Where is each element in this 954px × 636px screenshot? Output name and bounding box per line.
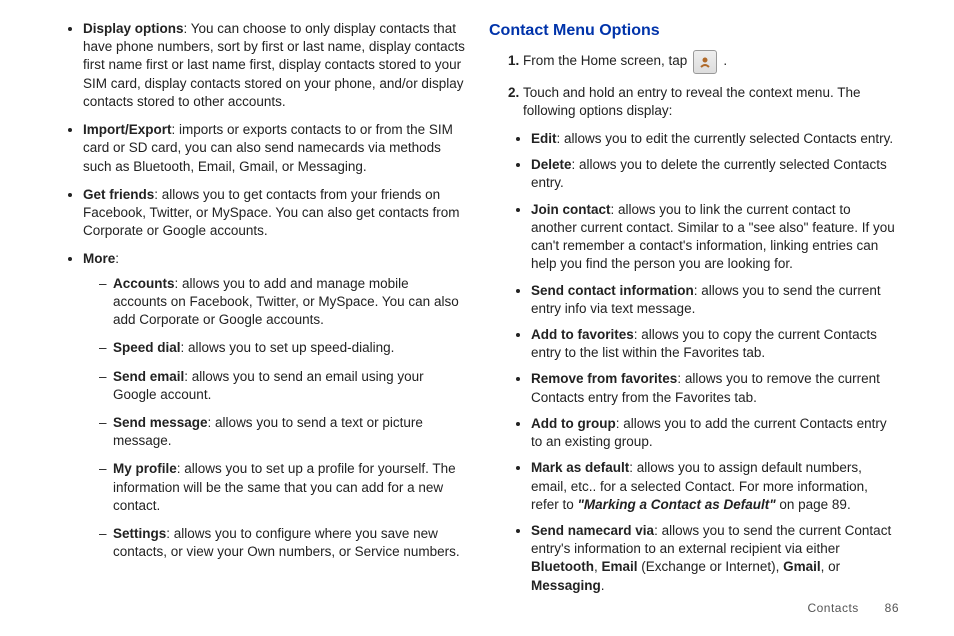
item-label: Import/Export [83,122,172,137]
list-item: Join contact: allows you to link the cur… [531,201,899,274]
item-label: Display options [83,21,184,36]
list-item: Send email: allows you to send an email … [99,368,465,404]
list-item-more: More: Accounts: allows you to add and ma… [83,250,465,561]
item-label: Edit [531,131,557,146]
step-2: Touch and hold an entry to reveal the co… [523,84,899,120]
item-label: Send message [113,415,208,430]
list-item: Edit: allows you to edit the currently s… [531,130,899,148]
list-item: Get friends: allows you to get contacts … [83,186,465,241]
steps-list: From the Home screen, tap . Touch and ho… [489,50,899,120]
item-label: Speed dial [113,340,181,355]
item-label: Join contact [531,202,611,217]
list-item: Accounts: allows you to add and manage m… [99,275,465,330]
item-label: Mark as default [531,460,629,475]
list-item: Add to favorites: allows you to copy the… [531,326,899,362]
page-body: Display options: You can choose to only … [0,0,954,600]
list-item: Delete: allows you to delete the current… [531,156,899,192]
footer-section: Contacts [807,601,858,615]
item-label: Add to favorites [531,327,634,342]
step1-pre: From the Home screen, tap [523,52,687,70]
item-text: : allows you to edit the currently selec… [557,131,894,146]
list-item: Import/Export: imports or exports contac… [83,121,465,176]
t: Bluetooth [531,559,594,574]
item-text: : allows you to delete the currently sel… [531,157,887,190]
list-item: Remove from favorites: allows you to rem… [531,370,899,406]
item-label: Send namecard via [531,523,654,538]
item-text: : allows you to set up speed-dialing. [181,340,395,355]
t: (Exchange or Internet), [638,559,784,574]
item-label: Send email [113,369,184,384]
list-item: My profile: allows you to set up a profi… [99,460,465,515]
step1-post: . [723,52,727,70]
left-bullet-list: Display options: You can choose to only … [55,20,465,561]
step2-text: Touch and hold an entry to reveal the co… [523,85,860,118]
t: Messaging [531,578,601,593]
list-item: Display options: You can choose to only … [83,20,465,111]
list-item-mark-default: Mark as default: allows you to assign de… [531,459,899,514]
t: Gmail [783,559,821,574]
list-item: Add to group: allows you to add the curr… [531,415,899,451]
right-column: Contact Menu Options From the Home scree… [477,20,899,590]
t: , or [821,559,841,574]
left-column: Display options: You can choose to only … [55,20,477,590]
options-list: Edit: allows you to edit the currently s… [489,130,899,595]
list-item: Settings: allows you to configure where … [99,525,465,561]
mark-default-post: on page 89. [776,497,851,512]
more-label: More [83,251,115,266]
contacts-home-icon [693,50,717,74]
item-label: My profile [113,461,177,476]
step-1: From the Home screen, tap . [523,50,899,74]
item-label: Accounts [113,276,175,291]
cross-ref-link: "Marking a Contact as Default" [578,497,776,512]
page-footer: Contacts 86 [0,600,954,626]
item-label: Send contact information [531,283,694,298]
list-item: Send message: allows you to send a text … [99,414,465,450]
item-label: Settings [113,526,166,541]
list-item: Send contact information: allows you to … [531,282,899,318]
list-item-send-namecard: Send namecard via: allows you to send th… [531,522,899,595]
item-label: Add to group [531,416,616,431]
more-sub-list: Accounts: allows you to add and manage m… [83,275,465,562]
item-label: Get friends [83,187,154,202]
t: , [594,559,602,574]
footer-page-number: 86 [885,601,899,615]
t: Email [602,559,638,574]
item-label: Delete [531,157,572,172]
t: . [601,578,605,593]
section-heading: Contact Menu Options [489,20,899,42]
list-item: Speed dial: allows you to set up speed-d… [99,339,465,357]
item-label: Remove from favorites [531,371,677,386]
